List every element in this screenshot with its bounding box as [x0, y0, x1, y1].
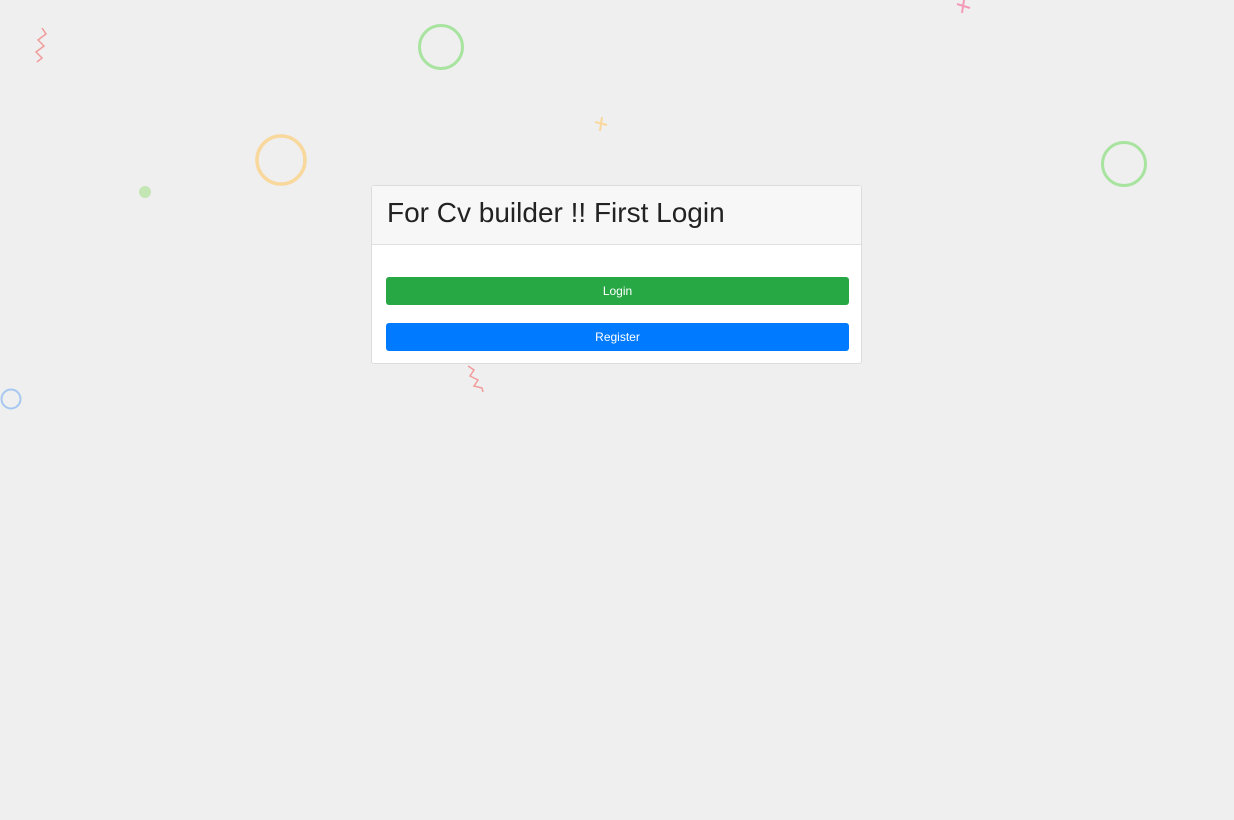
ring-icon — [255, 134, 307, 186]
register-button[interactable]: Register — [386, 323, 849, 351]
card-header: For Cv builder !! First Login — [372, 186, 861, 245]
zigzag-icon — [34, 27, 48, 63]
ring-icon — [418, 24, 464, 70]
zigzag-icon — [467, 365, 484, 393]
plus-icon — [594, 116, 608, 132]
ring-icon — [1101, 141, 1147, 187]
login-button[interactable]: Login — [386, 277, 849, 305]
plus-icon — [956, 0, 971, 14]
card-body: Login Register — [372, 245, 861, 351]
ring-icon — [0, 388, 22, 410]
page-title: For Cv builder !! First Login — [387, 197, 725, 228]
dot-icon — [139, 186, 151, 198]
login-card: For Cv builder !! First Login Login Regi… — [371, 185, 862, 364]
page-background: For Cv builder !! First Login Login Regi… — [0, 0, 1234, 820]
